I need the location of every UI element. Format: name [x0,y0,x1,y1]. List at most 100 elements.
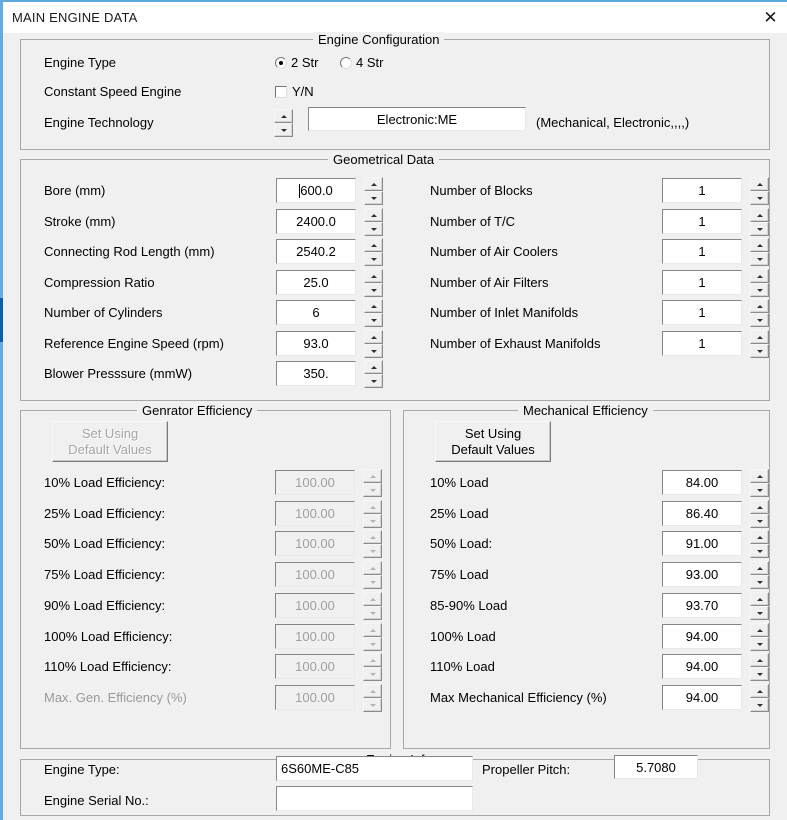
gen-input-10-load-efficiency[interactable]: 100.00 [275,470,355,495]
spinner-up-icon[interactable] [750,469,769,483]
gen-50-load-efficiency-spinner[interactable] [363,530,382,558]
gen-input-90-load-efficiency[interactable]: 100.00 [275,593,355,618]
constant-speed-checkbox[interactable] [275,86,287,98]
geo-number-of-exhaust-manifolds-spinner[interactable] [750,330,769,358]
geo-reference-engine-speed-rpm-spinner[interactable] [364,330,383,358]
engine-info-serial-input[interactable] [276,786,473,811]
spinner-up-icon[interactable] [750,561,769,575]
gen-90-load-efficiency-spinner[interactable] [363,592,382,620]
spinner-down-icon[interactable] [750,344,769,358]
mech-input-10-load[interactable]: 84.00 [662,470,742,495]
mech-input-25-load[interactable]: 86.40 [662,501,742,526]
geo-number-of-air-filters-spinner[interactable] [750,269,769,297]
spinner-down-icon[interactable] [750,191,769,205]
gen-input-50-load-efficiency[interactable]: 100.00 [275,531,355,556]
spinner-down-icon[interactable] [364,374,383,388]
engine-technology-input[interactable]: Electronic:ME [308,107,526,131]
gen-input-110-load-efficiency[interactable]: 100.00 [275,654,355,679]
mech-25-load-spinner[interactable] [750,500,769,528]
spinner-up-icon[interactable] [750,208,769,222]
spinner-down-icon[interactable] [363,606,382,620]
mechanical-set-default-values-button[interactable]: Set Using Default Values [435,421,551,462]
spinner-down-icon[interactable] [750,222,769,236]
geo-number-of-inlet-manifolds-spinner[interactable] [750,299,769,327]
mech-75-load-spinner[interactable] [750,561,769,589]
spinner-down-icon[interactable] [750,252,769,266]
mech-input-50-load[interactable]: 91.00 [662,531,742,556]
geo-number-of-blocks-spinner[interactable] [750,177,769,205]
spinner-down-icon[interactable] [750,575,769,589]
mech-input-75-load[interactable]: 93.00 [662,562,742,587]
geo-input-bore-mm[interactable]: 600.0 [276,178,356,203]
gen-25-load-efficiency-spinner[interactable] [363,500,382,528]
geo-input-number-of-blocks[interactable]: 1 [662,178,742,203]
spinner-up-icon[interactable] [363,561,382,575]
spinner-down-icon[interactable] [364,344,383,358]
geo-compression-ratio-spinner[interactable] [364,269,383,297]
spinner-up-icon[interactable] [750,592,769,606]
gen-input-75-load-efficiency[interactable]: 100.00 [275,562,355,587]
spinner-up-icon[interactable] [363,530,382,544]
spinner-down-icon[interactable] [750,698,769,712]
mech-100-load-spinner[interactable] [750,623,769,651]
spinner-up-icon[interactable] [364,238,383,252]
spinner-up-icon[interactable] [363,500,382,514]
spinner-down-icon[interactable] [750,667,769,681]
engine-technology-spinner[interactable] [274,109,293,137]
spinner-up-icon[interactable] [364,269,383,283]
spinner-up-icon[interactable] [750,299,769,313]
gen-75-load-efficiency-spinner[interactable] [363,561,382,589]
generator-set-default-values-button[interactable]: Set Using Default Values [52,421,168,462]
spinner-up-icon[interactable] [750,330,769,344]
geo-number-of-cylinders-spinner[interactable] [364,299,383,327]
spinner-up-icon[interactable] [750,653,769,667]
spinner-down-icon[interactable] [364,191,383,205]
gen-110-load-efficiency-spinner[interactable] [363,653,382,681]
geo-input-reference-engine-speed-rpm[interactable]: 93.0 [276,331,356,356]
spinner-down-icon[interactable] [274,123,293,137]
spinner-up-icon[interactable] [750,177,769,191]
spinner-up-icon[interactable] [364,177,383,191]
spinner-down-icon[interactable] [364,313,383,327]
spinner-down-icon[interactable] [363,698,382,712]
spinner-down-icon[interactable] [363,483,382,497]
gen-input-25-load-efficiency[interactable]: 100.00 [275,501,355,526]
radio-4str[interactable] [340,57,352,69]
gen-10-load-efficiency-spinner[interactable] [363,469,382,497]
geo-input-number-of-cylinders[interactable]: 6 [276,300,356,325]
spinner-up-icon[interactable] [364,360,383,374]
mech-input-110-load[interactable]: 94.00 [662,654,742,679]
propeller-pitch-input[interactable]: 5.7080 [614,755,698,779]
geo-bore-mm-spinner[interactable] [364,177,383,205]
mech-max-mechanical-efficiency-spinner[interactable] [750,684,769,712]
mech-85-90-load-spinner[interactable] [750,592,769,620]
spinner-up-icon[interactable] [274,109,293,123]
spinner-down-icon[interactable] [750,283,769,297]
spinner-down-icon[interactable] [750,606,769,620]
spinner-up-icon[interactable] [363,623,382,637]
radio-2str[interactable] [275,57,287,69]
mech-110-load-spinner[interactable] [750,653,769,681]
spinner-down-icon[interactable] [750,544,769,558]
spinner-up-icon[interactable] [750,623,769,637]
mech-10-load-spinner[interactable] [750,469,769,497]
geo-input-number-of-air-coolers[interactable]: 1 [662,239,742,264]
geo-input-number-of-inlet-manifolds[interactable]: 1 [662,300,742,325]
geo-stroke-mm-spinner[interactable] [364,208,383,236]
spinner-down-icon[interactable] [363,637,382,651]
geo-blower-presssure-mmw-spinner[interactable] [364,360,383,388]
spinner-down-icon[interactable] [363,575,382,589]
spinner-up-icon[interactable] [363,653,382,667]
spinner-down-icon[interactable] [750,637,769,651]
spinner-down-icon[interactable] [364,283,383,297]
geo-number-of-t-c-spinner[interactable] [750,208,769,236]
spinner-up-icon[interactable] [750,684,769,698]
gen-100-load-efficiency-spinner[interactable] [363,623,382,651]
gen-max-gen-efficiency-spinner[interactable] [363,684,382,712]
spinner-down-icon[interactable] [364,252,383,266]
spinner-down-icon[interactable] [363,544,382,558]
geo-input-stroke-mm[interactable]: 2400.0 [276,209,356,234]
geo-input-number-of-air-filters[interactable]: 1 [662,270,742,295]
spinner-up-icon[interactable] [364,208,383,222]
spinner-up-icon[interactable] [364,299,383,313]
